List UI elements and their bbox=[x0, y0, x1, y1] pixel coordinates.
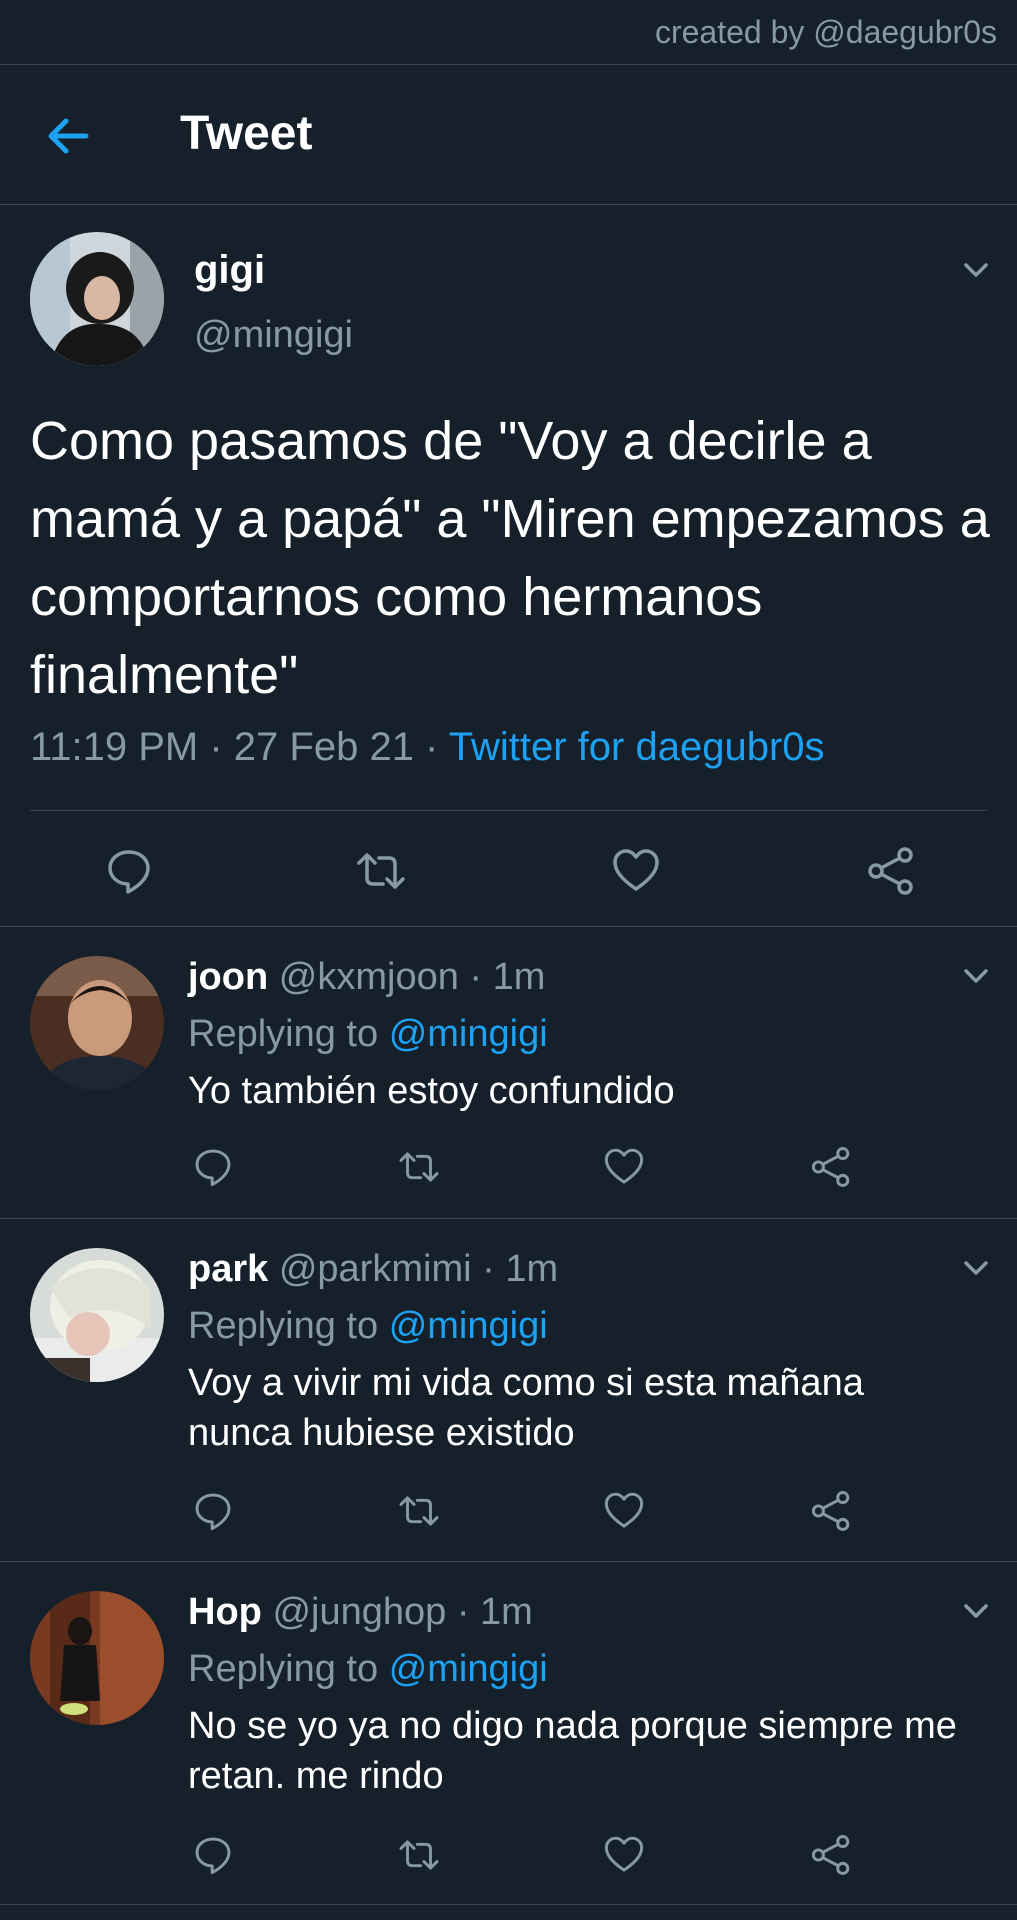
share-icon bbox=[868, 847, 913, 895]
retweet-icon bbox=[399, 1152, 439, 1182]
author-name[interactable]: gigi bbox=[194, 248, 265, 293]
replying-to-label: Replying to bbox=[188, 1648, 379, 1690]
retweet-button[interactable] bbox=[353, 846, 409, 896]
heart-icon bbox=[604, 1492, 644, 1528]
share-icon bbox=[811, 1147, 850, 1187]
replying-to: Replying to @mingigi bbox=[188, 1013, 548, 1056]
comment-icon bbox=[108, 850, 150, 894]
comment-icon bbox=[195, 1493, 231, 1531]
tweet-text: Como pasamos de "Voy a decirle a mamá y … bbox=[30, 411, 990, 705]
share-button[interactable] bbox=[810, 1834, 852, 1876]
reply-author-handle[interactable]: @parkmimi bbox=[279, 1248, 472, 1290]
divider bbox=[30, 810, 987, 811]
reply-button[interactable] bbox=[104, 846, 154, 896]
watermark: created by @daegubr0s bbox=[654, 14, 997, 50]
tweet-source-link[interactable]: Twitter for daegubr0s bbox=[449, 725, 825, 769]
reply-header: Hop @junghop · 1m bbox=[188, 1591, 533, 1634]
reply-button[interactable] bbox=[192, 1834, 234, 1876]
reply-text: Yo también estoy confundido bbox=[188, 1070, 675, 1112]
page-title: Tweet bbox=[180, 107, 313, 160]
reply-time: 1m bbox=[492, 956, 546, 998]
chevron-down-icon bbox=[964, 969, 988, 983]
chevron-down-icon bbox=[964, 1604, 988, 1618]
avatar[interactable] bbox=[30, 956, 164, 1090]
avatar[interactable] bbox=[30, 1248, 164, 1382]
retweet-icon bbox=[399, 1496, 439, 1526]
reply-text: Voy a vivir mi vida como si esta mañana … bbox=[188, 1362, 864, 1454]
replying-to-label: Replying to bbox=[188, 1013, 379, 1055]
reply-author-name[interactable]: joon bbox=[188, 956, 268, 998]
retweet-icon bbox=[357, 853, 405, 889]
reply-time: 1m bbox=[480, 1591, 533, 1633]
reply-button[interactable] bbox=[192, 1146, 234, 1188]
replying-to-label: Replying to bbox=[188, 1305, 379, 1347]
arrow-left-icon bbox=[48, 118, 89, 154]
replying-to-mention[interactable]: @mingigi bbox=[389, 1648, 548, 1690]
replying-to: Replying to @mingigi bbox=[188, 1305, 548, 1348]
share-button[interactable] bbox=[810, 1490, 852, 1532]
separator: · bbox=[458, 956, 493, 998]
replying-to: Replying to @mingigi bbox=[188, 1648, 548, 1691]
replying-to-mention[interactable]: @mingigi bbox=[389, 1305, 548, 1347]
reply-header: park @parkmimi · 1m bbox=[188, 1248, 558, 1291]
divider bbox=[0, 1904, 1017, 1905]
avatar[interactable] bbox=[30, 232, 164, 366]
retweet-button[interactable] bbox=[396, 1834, 442, 1876]
tweet-date: 27 Feb 21 bbox=[233, 725, 414, 769]
comment-icon bbox=[195, 1837, 231, 1875]
share-icon bbox=[811, 1835, 850, 1875]
like-button[interactable] bbox=[603, 1834, 645, 1876]
reply-author-name[interactable]: Hop bbox=[188, 1591, 262, 1633]
like-button[interactable] bbox=[611, 846, 661, 896]
tweet-meta: 11:19 PM · 27 Feb 21 · Twitter for daegu… bbox=[30, 725, 825, 770]
like-button[interactable] bbox=[603, 1490, 645, 1532]
tweet-menu-button[interactable] bbox=[956, 1248, 996, 1288]
tweet-time: 11:19 PM bbox=[30, 725, 199, 769]
heart-icon bbox=[613, 849, 659, 891]
share-button[interactable] bbox=[810, 1146, 852, 1188]
replying-to-mention[interactable]: @mingigi bbox=[389, 1013, 548, 1055]
comment-icon bbox=[195, 1149, 231, 1187]
reply-time: 1m bbox=[505, 1248, 559, 1290]
reply-author-handle[interactable]: @kxmjoon bbox=[279, 956, 459, 998]
back-button[interactable] bbox=[40, 108, 100, 164]
separator: · bbox=[198, 725, 234, 769]
separator: · bbox=[471, 1248, 506, 1290]
divider bbox=[0, 1218, 1017, 1219]
reply-text: No se yo ya no digo nada porque siempre … bbox=[188, 1705, 957, 1797]
chevron-down-icon bbox=[964, 263, 988, 277]
divider bbox=[0, 1561, 1017, 1562]
tweet-menu-button[interactable] bbox=[956, 1591, 996, 1631]
reply-button[interactable] bbox=[192, 1490, 234, 1532]
reply-header: joon @kxmjoon · 1m bbox=[188, 956, 545, 999]
reply-author-handle[interactable]: @junghop bbox=[272, 1591, 446, 1633]
share-button[interactable] bbox=[866, 846, 916, 896]
divider bbox=[0, 204, 1017, 205]
tweet-menu-button[interactable] bbox=[956, 956, 996, 996]
share-icon bbox=[811, 1491, 850, 1531]
retweet-button[interactable] bbox=[396, 1146, 442, 1188]
chevron-down-icon bbox=[964, 1261, 988, 1275]
separator: · bbox=[413, 725, 449, 769]
like-button[interactable] bbox=[603, 1146, 645, 1188]
separator: · bbox=[446, 1591, 481, 1633]
divider bbox=[0, 64, 1017, 65]
divider bbox=[0, 926, 1017, 927]
reply-author-name[interactable]: park bbox=[188, 1248, 268, 1290]
heart-icon bbox=[604, 1148, 644, 1184]
heart-icon bbox=[604, 1836, 644, 1872]
avatar[interactable] bbox=[30, 1591, 164, 1725]
tweet-menu-button[interactable] bbox=[956, 250, 996, 290]
retweet-button[interactable] bbox=[396, 1490, 442, 1532]
retweet-icon bbox=[399, 1840, 439, 1870]
author-handle[interactable]: @mingigi bbox=[194, 314, 353, 357]
